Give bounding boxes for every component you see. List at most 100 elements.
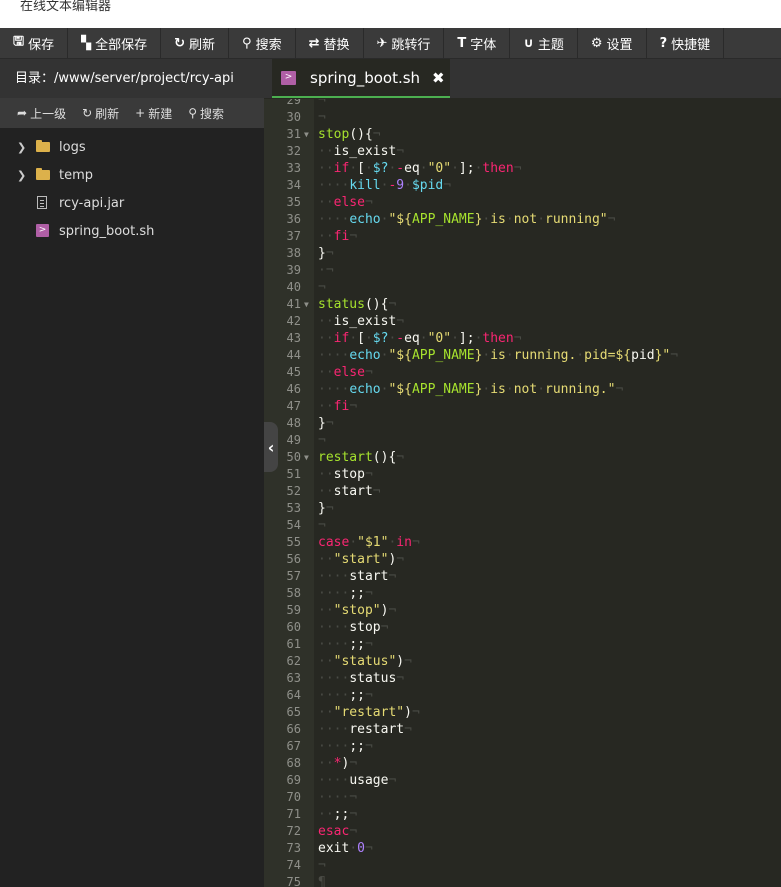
code-token: ···· [318,671,350,686]
code-line: 62 ··"status")¬ [264,653,781,670]
sidebar-tool-label: 新建 [148,106,173,121]
refresh-icon: ↻ [174,35,186,51]
code-token: running. [513,348,577,363]
sidebar-tool-arrow-up[interactable]: ➦ 上一级 [17,105,66,122]
code-line: 64 ····;;¬ [264,687,781,704]
code-line: 59 ··"stop")¬ [264,602,781,619]
code-line: 61 ····;;¬ [264,636,781,653]
toolbar-button-goto-line[interactable]: ✈ 跳转行 [364,28,445,58]
toolbar-button-save[interactable]: 🖫 保存 [0,28,69,58]
line-number: 35 [286,195,301,209]
tab-file[interactable]: > spring_boot.sh ✖ [272,59,450,98]
code-token: ···· [318,620,350,635]
toolbar-button-theme[interactable]: ∪ 主题 [510,28,578,58]
toolbar-button-replace[interactable]: ⇄ 替换 [296,28,364,58]
code-line: 37 ··fi¬ [264,228,781,245]
code-text: ····usage¬ [318,772,396,789]
code-token: then [482,331,514,346]
code-token: ;; [349,637,365,652]
close-icon[interactable]: ✖ [432,69,445,87]
code-text: }¬ [318,500,334,517]
line-number: 55 [286,535,301,549]
code-line: 39 ·¬ [264,262,781,279]
fold-arrow-icon[interactable]: ▼ [304,126,309,143]
toolbar-button-font[interactable]: T 字体 [444,28,511,58]
chevron-right-icon[interactable]: ❯ [17,141,26,154]
code-token: (){ [364,297,389,312]
sidebar-tool-refresh[interactable]: ↻ 刷新 [82,105,119,122]
chevron-right-icon[interactable]: ❯ [17,169,26,182]
code-token: pid=${ [584,348,632,363]
code-token: ¬ [364,688,373,703]
line-number: 72 [286,824,301,838]
toolbar-button-search[interactable]: ⚲ 搜索 [229,28,296,58]
code-token: stop [349,620,381,635]
code-token: not [513,382,538,397]
code-token: fi [333,399,350,414]
code-token: restart [318,450,373,465]
code-token: ;; [349,688,365,703]
code-line: 70 ····¬ [264,789,781,806]
code-token: ·· [318,467,334,482]
code-text: ··"start")¬ [318,551,404,568]
code-text: ··fi¬ [318,228,357,245]
tab-bar: > spring_boot.sh ✖ [264,59,781,98]
collapse-sidebar-toggle[interactable]: ‹ [264,422,278,472]
code-token: [ [357,161,365,176]
code-text: ··stop¬ [318,466,373,483]
code-text: ····;;¬ [318,687,373,704]
tab-label: spring_boot.sh [310,68,421,87]
toolbar-button-settings[interactable]: ⚙ 设置 [578,28,647,58]
code-editor[interactable]: 29 ¬ 30 ¬ 31 ▼ stop(){¬ 32 ··is_exist¬ 33 ··if·[·$… [264,99,781,887]
code-token: APP_NAME [411,348,475,363]
fold-arrow-icon[interactable]: ▼ [304,296,309,313]
code-token: "0" [427,161,452,176]
toolbar-button-save-all[interactable]: ▚ 全部保存 [68,28,162,58]
tree-item-folder[interactable]: ❯ logs [0,133,264,161]
code-token: ¬ [364,586,373,601]
code-token: "restart" [333,705,405,720]
tree-item-file[interactable]: rcy-api.jar [0,189,264,217]
sidebar-tool-plus[interactable]: + 新建 [135,105,172,122]
code-line: 38}¬ [264,245,781,262]
code-token: ·· [318,399,334,414]
code-token: ¬ [411,535,420,550]
code-token: ¬ [380,620,389,635]
tree-item-folder[interactable]: ❯ temp [0,161,264,189]
fold-arrow-icon[interactable]: ▼ [304,449,309,466]
code-token: ¬ [325,246,334,261]
toolbar-button-label: 主题 [537,37,564,53]
search-icon: ⚲ [188,106,198,120]
code-line: 49 ¬ [264,432,781,449]
code-token: · [349,331,358,346]
window-title-bar: 在线文本编辑器 [0,0,781,28]
line-number: 71 [286,807,301,821]
toolbar-button-refresh[interactable]: ↻ 刷新 [161,28,230,58]
code-line: 74 ¬ [264,857,781,874]
code-token: ¬ [607,212,616,227]
code-text: ¬ [318,857,326,874]
code-token: running" [545,212,608,227]
code-token: ¬ [318,518,326,533]
tree-item-shell[interactable]: > spring_boot.sh [0,217,264,245]
toolbar-button-label: 搜索 [255,37,282,53]
code-token: ·· [318,331,334,346]
code-line: 66 ····restart¬ [264,721,781,738]
code-line: 32 ··is_exist¬ [264,143,781,160]
code-token: ···· [318,382,350,397]
line-number: 53 [286,501,301,515]
code-token: status [318,297,365,312]
code-token: ·· [318,654,334,669]
toolbar-button-help[interactable]: ? 快捷键 [647,28,725,58]
toolbar-button-label: 刷新 [189,37,216,53]
code-token: ¬ [396,314,405,329]
code-token: ¬ [388,569,397,584]
file-tree: ❯ logs ❯ temp rcy-api.jar > spring_boot.sh [0,133,264,245]
tree-item-label: rcy-api.jar [59,195,125,211]
line-number: 70 [286,790,301,804]
code-token: ¬ [396,671,405,686]
code-text: ¬ [318,279,326,296]
sidebar-tool-search[interactable]: ⚲ 搜索 [188,105,224,122]
code-token: ···· [318,688,350,703]
code-token: 0 [357,841,365,856]
